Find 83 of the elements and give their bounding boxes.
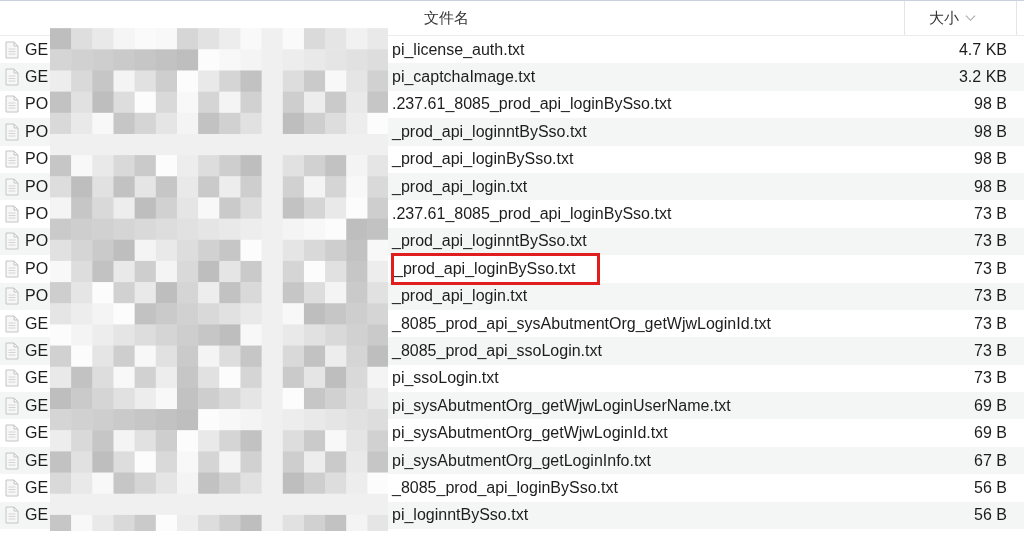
file-name: GE [25, 424, 47, 443]
file-row[interactable]: GE _8085_prod_api_loginBySso.txt 56 B [0, 474, 1024, 502]
document-icon [5, 451, 19, 470]
document-icon [5, 205, 19, 224]
document-icon [5, 177, 19, 196]
file-name: GE [25, 342, 47, 360]
file-size: 98 B [974, 95, 1007, 114]
document-icon [5, 40, 19, 59]
document-icon [5, 150, 19, 169]
document-icon [5, 68, 19, 87]
file-size: 69 B [974, 424, 1007, 443]
file-name: PO [25, 205, 47, 224]
file-row[interactable]: PO _prod_api_loginBySso.txt 73 B [0, 255, 1024, 283]
file-size: 73 B [974, 369, 1007, 388]
file-name: pi_captchaImage.txt [392, 68, 536, 87]
file-size: 73 B [974, 259, 1007, 278]
file-size: 4.7 KB [958, 40, 1007, 59]
file-name: _prod_api_loginntBySso.txt [392, 232, 587, 251]
file-name: pi_sysAbutmentOrg_getLoginInfo.txt [392, 451, 651, 470]
document-icon [5, 396, 19, 415]
file-name: pi_sysAbutmentOrg_getWjwLoginUserName.txt [392, 396, 731, 415]
file-name: pi_loginntBySso.txt [392, 506, 529, 525]
file-size: 69 B [974, 396, 1007, 415]
file-row[interactable]: GE _8085_prod_api_sysAbutmentOrg_getWjwLoginId.txt 73 B [0, 309, 1024, 338]
file-name: _prod_api_loginBySso.txt [394, 255, 598, 282]
file-name: pi_ssoLogin.txt [392, 369, 499, 388]
file-name: _prod_api_login.txt [392, 177, 528, 196]
file-size: 98 B [974, 177, 1007, 196]
file-size: 67 B [974, 451, 1007, 470]
file-name: _8085_prod_api_loginBySso.txt [392, 478, 618, 497]
file-name: PO [25, 232, 47, 251]
file-name: GE [25, 396, 47, 415]
file-row[interactable]: PO _prod_api_loginBySso.txt 98 B [0, 145, 1024, 173]
file-name: _prod_api_loginntBySso.txt [392, 122, 587, 141]
file-size: 3.2 KB [958, 68, 1007, 87]
file-name: PO [25, 95, 47, 114]
chevron-icon [965, 14, 976, 22]
file-name: GE [25, 40, 47, 59]
file-name: pi_sysAbutmentOrg_getWjwLoginId.txt [392, 424, 668, 443]
file-name: _8085_prod_api_ssoLogin.txt [392, 342, 602, 360]
file-size: 73 B [974, 232, 1007, 251]
file-name: _8085_prod_api_sysAbutmentOrg_getWjwLoginId.txt [392, 314, 771, 333]
document-icon [5, 424, 19, 443]
file-name: GE [25, 478, 47, 497]
file-name: PO [25, 259, 47, 278]
document-icon [5, 506, 19, 525]
file-row[interactable]: GE pi_sysAbutmentOrg_getWjwLoginId.txt 69 B [0, 419, 1024, 447]
file-name: GE [25, 314, 47, 333]
document-icon [5, 478, 19, 497]
file-row[interactable]: GE pi_ssoLogin.txt 73 B [0, 364, 1024, 393]
document-icon [5, 287, 19, 306]
file-size: 73 B [974, 287, 1007, 306]
file-name: PO [25, 122, 47, 141]
file-size: 73 B [974, 342, 1007, 360]
file-size: 98 B [974, 122, 1007, 141]
document-icon [5, 369, 19, 388]
file-name: _prod_api_loginBySso.txt [392, 150, 574, 169]
document-icon [5, 259, 19, 278]
file-name: _prod_api_login.txt [392, 287, 528, 306]
document-icon [5, 122, 19, 141]
file-size: 73 B [974, 205, 1007, 224]
file-name: .237.61_8085_prod_api_loginBySso.txt [392, 95, 672, 114]
file-row[interactable]: GE pi_license_auth.txt 4.7 KB [0, 36, 1024, 64]
file-size: 56 B [974, 506, 1007, 525]
file-name: GE [25, 451, 47, 470]
file-size: 56 B [974, 478, 1007, 497]
file-name: PO [25, 150, 47, 169]
file-name: GE [25, 68, 47, 87]
file-name: pi_license_auth.txt [392, 40, 525, 59]
file-name: .237.61_8085_prod_api_loginBySso.txt [392, 205, 672, 224]
document-icon [5, 314, 19, 333]
file-row[interactable]: PO .237.61_8085_prod_api_loginBySso.txt 98 B [0, 90, 1024, 119]
file-name: PO [25, 177, 47, 196]
file-name: PO [25, 287, 47, 306]
column-header[interactable]: 大小 [905, 1, 1017, 35]
document-icon [5, 232, 19, 251]
file-name: GE [25, 506, 47, 525]
file-size: 73 B [974, 314, 1007, 333]
file-row[interactable]: PO .237.61_8085_prod_api_loginBySso.txt 73 B [0, 200, 1024, 228]
file-name: GE [25, 369, 47, 388]
document-icon [5, 342, 19, 360]
file-size: 98 B [974, 150, 1007, 169]
document-icon [5, 95, 19, 114]
